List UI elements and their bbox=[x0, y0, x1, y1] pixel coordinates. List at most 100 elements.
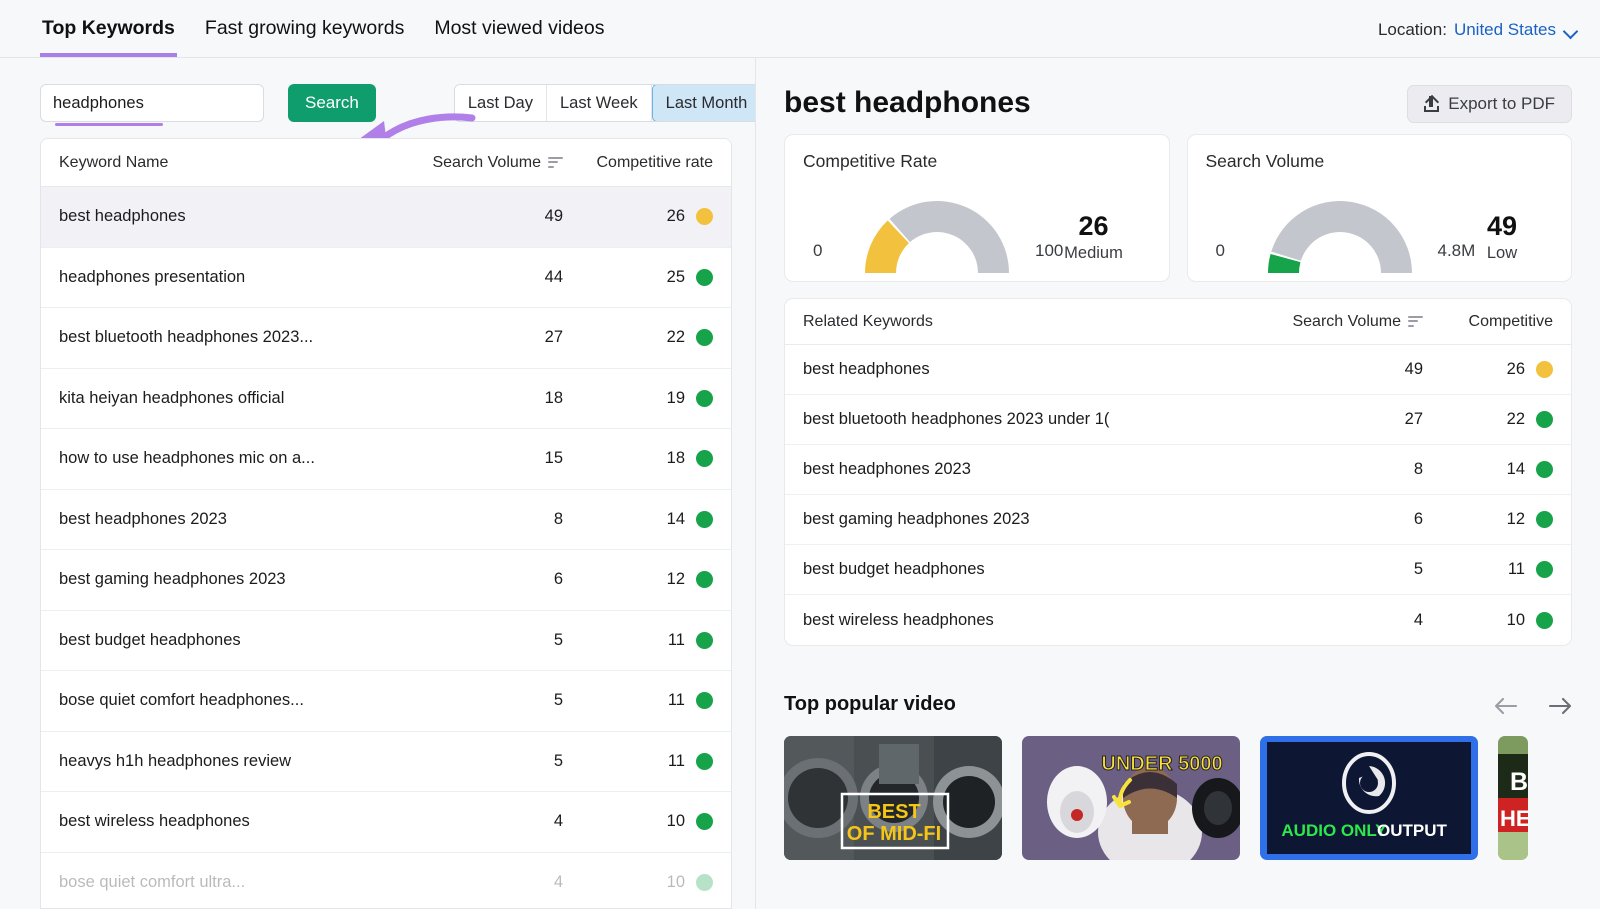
related-competitive: 14 bbox=[1423, 460, 1553, 479]
related-search-volume: 5 bbox=[1233, 560, 1423, 579]
competitive-value: 11 bbox=[668, 631, 685, 650]
related-search-volume: 27 bbox=[1233, 410, 1423, 429]
arrow-left-icon[interactable] bbox=[1492, 695, 1518, 717]
keyword-name: best headphones bbox=[59, 207, 393, 226]
upload-icon bbox=[1424, 96, 1439, 112]
sort-descending-icon[interactable] bbox=[1408, 316, 1423, 328]
location-selector[interactable]: Location: United States bbox=[1378, 20, 1578, 40]
tab-fast-growing-keywords[interactable]: Fast growing keywords bbox=[203, 16, 406, 53]
table-row[interactable]: best wireless headphones410 bbox=[785, 595, 1571, 645]
column-related-competitive: Competitive bbox=[1423, 313, 1553, 331]
video-thumbnail-4[interactable]: B HE bbox=[1498, 736, 1528, 860]
tab-most-viewed-videos[interactable]: Most viewed videos bbox=[432, 16, 606, 53]
keyword-competitive-rate: 19 bbox=[563, 389, 713, 408]
table-row[interactable]: heavys h1h headphones review511 bbox=[41, 732, 731, 793]
keyword-competitive-rate: 18 bbox=[563, 449, 713, 468]
table-row[interactable]: best headphones 2023814 bbox=[41, 490, 731, 551]
status-badge bbox=[696, 632, 713, 649]
table-row[interactable]: best budget headphones511 bbox=[41, 611, 731, 672]
top-popular-video-title: Top popular video bbox=[784, 693, 956, 716]
detail-panel: best headphones Export to PDF Competitiv… bbox=[756, 58, 1600, 909]
keyword-competitive-rate: 14 bbox=[563, 510, 713, 529]
left-panel: Search Last Day Last Week Last Month Key… bbox=[0, 58, 755, 909]
keyword-name: best headphones 2023 bbox=[59, 510, 393, 529]
table-row[interactable]: best headphones4926 bbox=[41, 187, 731, 248]
keyword-competitive-rate: 26 bbox=[563, 207, 713, 226]
status-badge bbox=[1536, 511, 1553, 528]
video-thumbnail-2[interactable]: UNDER 5000 bbox=[1022, 736, 1240, 860]
gauge-cards: Competitive Rate 0 100 26 Medium Search … bbox=[784, 134, 1572, 282]
location-label: Location: bbox=[1378, 20, 1447, 40]
keyword-name: best gaming headphones 2023 bbox=[59, 570, 393, 589]
competitive-value: 25 bbox=[667, 268, 685, 287]
app-root: Top Keywords Fast growing keywords Most … bbox=[0, 0, 1600, 909]
table-row[interactable]: best headphones 2023814 bbox=[785, 445, 1571, 495]
tab-top-keywords[interactable]: Top Keywords bbox=[40, 16, 177, 57]
table-row[interactable]: how to use headphones mic on a...1518 bbox=[41, 429, 731, 490]
sort-descending-icon[interactable] bbox=[548, 157, 563, 169]
range-last-month[interactable]: Last Month bbox=[652, 84, 762, 122]
keyword-name: heavys h1h headphones review bbox=[59, 752, 393, 771]
keyword-search-volume: 18 bbox=[393, 389, 563, 408]
search-volume-title: Search Volume bbox=[1206, 151, 1554, 172]
search-volume-card: Search Volume 0 4.8M 49 Low bbox=[1187, 134, 1573, 282]
table-row[interactable]: best bluetooth headphones 2023...2722 bbox=[41, 308, 731, 369]
column-related-search-volume[interactable]: Search Volume bbox=[1233, 313, 1423, 331]
related-search-volume: 6 bbox=[1233, 510, 1423, 529]
location-value[interactable]: United States bbox=[1454, 20, 1556, 40]
page-title: best headphones bbox=[784, 86, 1031, 120]
keyword-competitive-rate: 11 bbox=[563, 631, 713, 650]
range-last-week[interactable]: Last Week bbox=[547, 85, 652, 121]
keyword-search-volume: 15 bbox=[393, 449, 563, 468]
search-input[interactable] bbox=[41, 85, 263, 121]
table-row[interactable]: kita heiyan headphones official1819 bbox=[41, 369, 731, 430]
search-button[interactable]: Search bbox=[288, 84, 376, 122]
competitive-value: 11 bbox=[1508, 560, 1525, 579]
table-row[interactable]: best headphones4926 bbox=[785, 345, 1571, 395]
related-competitive: 12 bbox=[1423, 510, 1553, 529]
table-row[interactable]: bose quiet comfort headphones...511 bbox=[41, 671, 731, 732]
table-row[interactable]: best wireless headphones410 bbox=[41, 792, 731, 853]
status-badge bbox=[696, 329, 713, 346]
keyword-competitive-rate: 10 bbox=[563, 812, 713, 831]
keyword-competitive-rate: 11 bbox=[563, 752, 713, 771]
keyword-name: how to use headphones mic on a... bbox=[59, 449, 393, 468]
table-row[interactable]: best gaming headphones 2023612 bbox=[41, 550, 731, 611]
range-last-day[interactable]: Last Day bbox=[455, 85, 547, 121]
keyword-search-volume: 27 bbox=[393, 328, 563, 347]
related-search-volume: 4 bbox=[1233, 611, 1423, 630]
competitive-value: 11 bbox=[668, 752, 685, 771]
table-row[interactable]: best budget headphones511 bbox=[785, 545, 1571, 595]
keyword-table: Keyword Name Search Volume Competitive r… bbox=[40, 138, 732, 909]
competitive-value: 14 bbox=[1507, 460, 1525, 479]
search-controls: Search Last Day Last Week Last Month bbox=[40, 84, 762, 122]
keyword-name: bose quiet comfort headphones... bbox=[59, 691, 393, 710]
status-badge bbox=[696, 208, 713, 225]
table-row[interactable]: bose quiet comfort ultra...410 bbox=[41, 853, 731, 909]
video-thumbnail-3[interactable]: AUDIO ONLY OUTPUT bbox=[1260, 736, 1478, 860]
search-volume-rating: Low bbox=[1447, 244, 1557, 263]
tab-list: Top Keywords Fast growing keywords Most … bbox=[40, 16, 607, 57]
status-badge bbox=[696, 753, 713, 770]
competitive-rate-min-label: 0 bbox=[813, 241, 822, 261]
search-volume-value: 49 bbox=[1447, 211, 1557, 242]
related-keyword-name: best wireless headphones bbox=[803, 611, 1233, 630]
search-input-wrapper[interactable] bbox=[40, 84, 264, 122]
export-to-pdf-button[interactable]: Export to PDF bbox=[1407, 85, 1572, 123]
video-carousel-nav bbox=[1492, 695, 1574, 717]
table-row[interactable]: best bluetooth headphones 2023 under 1(2… bbox=[785, 395, 1571, 445]
status-badge bbox=[696, 571, 713, 588]
top-tab-bar: Top Keywords Fast growing keywords Most … bbox=[0, 0, 1600, 58]
arrow-right-icon[interactable] bbox=[1548, 695, 1574, 717]
keyword-name: best wireless headphones bbox=[59, 812, 393, 831]
competitive-value: 12 bbox=[1507, 510, 1525, 529]
video-thumbnail-1[interactable]: BEST OF MID-FI bbox=[784, 736, 1002, 860]
related-keyword-name: best headphones 2023 bbox=[803, 460, 1233, 479]
table-row[interactable]: best gaming headphones 2023612 bbox=[785, 495, 1571, 545]
column-keyword-name: Keyword Name bbox=[59, 154, 393, 172]
competitive-rate-rating: Medium bbox=[1039, 244, 1149, 263]
status-badge bbox=[1536, 461, 1553, 478]
table-row[interactable]: headphones presentation4425 bbox=[41, 248, 731, 309]
status-badge bbox=[1536, 361, 1553, 378]
column-search-volume[interactable]: Search Volume bbox=[393, 154, 563, 172]
